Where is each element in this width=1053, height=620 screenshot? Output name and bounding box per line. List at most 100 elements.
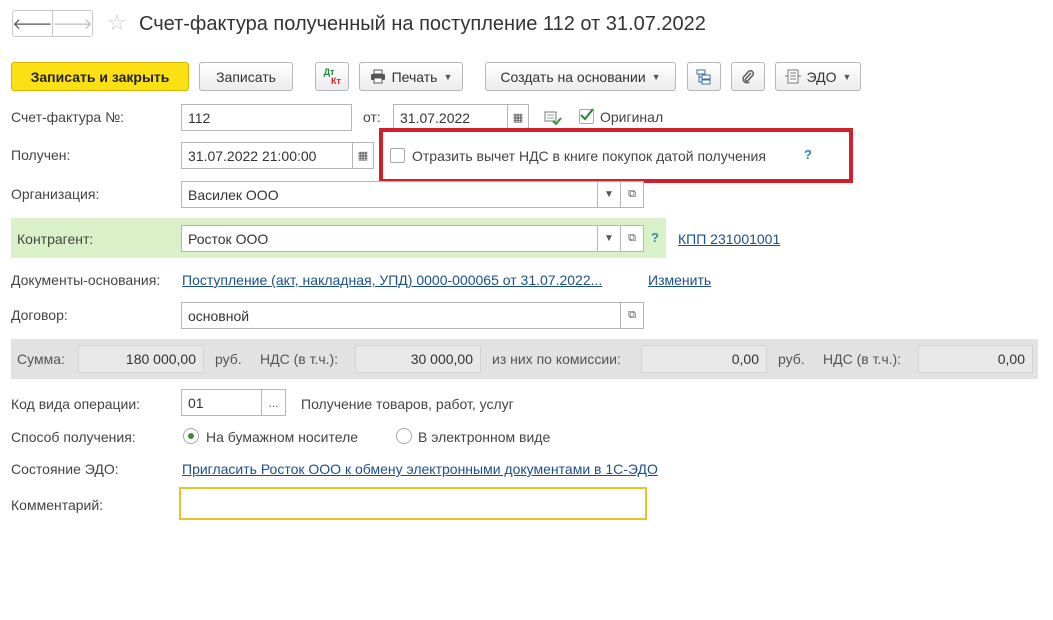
invoice-number-input[interactable]: 112 xyxy=(181,104,352,131)
favorite-star-icon[interactable]: ☆ xyxy=(107,11,127,35)
contract-value: основной xyxy=(188,307,250,324)
sum-label: Сумма: xyxy=(17,351,65,367)
kpp-link[interactable]: КПП 231001001 xyxy=(678,230,780,248)
commission-label: из них по комиссии: xyxy=(492,351,621,367)
kt-icon: Кт xyxy=(331,75,341,86)
op-code-label: Код вида операции: xyxy=(11,396,141,412)
chevron-down-icon: ▼ xyxy=(651,71,661,82)
edo-label: ЭДО xyxy=(806,68,837,85)
arrow-left-icon: 🡐 xyxy=(12,16,53,33)
attach-button[interactable] xyxy=(731,62,765,91)
date-label: от: xyxy=(363,109,381,125)
op-code-select-button[interactable]: ... xyxy=(261,389,286,416)
commission-currency: руб. xyxy=(778,351,805,367)
sum-currency: руб. xyxy=(215,351,242,367)
organization-label: Организация: xyxy=(11,186,100,202)
vat-label: НДС (в т.ч.): xyxy=(260,351,339,367)
commission-field: 0,00 xyxy=(641,345,767,373)
open-icon: ⧉ xyxy=(628,232,636,244)
counterparty-open-button[interactable]: ⧉ xyxy=(620,225,644,252)
change-link[interactable]: Изменить xyxy=(648,271,711,289)
edo-state-label: Состояние ЭДО: xyxy=(11,461,119,477)
receipt-electronic-radio[interactable] xyxy=(396,428,412,444)
vat-value: 30 000,00 xyxy=(410,351,473,367)
save-and-close-label: Записать и закрыть xyxy=(30,68,170,85)
ellipsis-icon: ... xyxy=(268,395,279,410)
invoice-number-value: 112 xyxy=(188,109,211,126)
organization-value: Василек ООО xyxy=(188,186,279,203)
create-based-on-button[interactable]: Создать на основании ▼ xyxy=(485,62,676,91)
chevron-down-icon: ▼ xyxy=(842,71,852,82)
date-input[interactable]: 31.07.2022 xyxy=(393,104,508,131)
page-title: Счет-фактура полученный на поступление 1… xyxy=(139,13,706,35)
contract-label: Договор: xyxy=(11,307,68,323)
counterparty-label: Контрагент: xyxy=(17,231,94,247)
vat2-label: НДС (в т.ч.): xyxy=(823,351,902,367)
open-icon: ⧉ xyxy=(628,188,636,200)
organization-input[interactable]: Василек ООО xyxy=(181,181,598,208)
contract-open-button[interactable]: ⧉ xyxy=(620,302,644,329)
create-based-on-label: Создать на основании xyxy=(500,68,646,85)
back-button[interactable]: 🡐 xyxy=(12,10,53,37)
print-button[interactable]: Печать ▼ xyxy=(359,62,463,91)
vat2-value: 0,00 xyxy=(997,351,1025,367)
hierarchy-icon xyxy=(696,69,711,84)
received-calendar-button[interactable]: ▦ xyxy=(352,142,374,169)
invoice-number-label: Счет-фактура №: xyxy=(11,109,125,125)
op-code-value: 01 xyxy=(188,394,204,411)
dt-kt-button[interactable]: Дт Кт xyxy=(315,62,349,91)
original-label: Оригинал xyxy=(600,109,664,125)
checkmark-icon xyxy=(580,108,594,121)
edo-invite-link[interactable]: Пригласить Росток ООО к обмену электронн… xyxy=(182,460,658,478)
received-label: Получен: xyxy=(11,147,71,163)
save-and-close-button[interactable]: Записать и закрыть xyxy=(11,62,189,91)
counterparty-input[interactable]: Росток ООО xyxy=(181,225,598,252)
commission-value: 0,00 xyxy=(731,351,759,367)
base-docs-link[interactable]: Поступление (акт, накладная, УПД) 0000-0… xyxy=(182,271,602,289)
date-value: 31.07.2022 xyxy=(400,109,471,126)
chevron-down-icon: ▼ xyxy=(443,71,453,82)
save-button[interactable]: Записать xyxy=(199,62,293,91)
save-label: Записать xyxy=(216,68,276,85)
sum-value: 180 000,00 xyxy=(125,351,196,367)
base-docs-label: Документы-основания: xyxy=(11,272,161,288)
edo-button[interactable]: ЭДО ▼ xyxy=(775,62,861,91)
chevron-down-icon: ▼ xyxy=(604,233,614,244)
organization-dropdown-button[interactable]: ▼ xyxy=(597,181,621,208)
sum-field: 180 000,00 xyxy=(78,345,204,373)
comment-label: Комментарий: xyxy=(11,497,104,513)
arrow-right-icon: 🡒 xyxy=(52,16,93,33)
counterparty-value: Росток ООО xyxy=(188,230,269,247)
receipt-method-label: Способ получения: xyxy=(11,429,136,445)
reflect-vat-label: Отразить вычет НДС в книге покупок датой… xyxy=(412,148,766,164)
reflect-vat-checkbox[interactable] xyxy=(390,148,405,163)
counterparty-dropdown-button[interactable]: ▼ xyxy=(597,225,621,252)
comment-input[interactable] xyxy=(179,487,647,520)
printer-icon xyxy=(370,69,385,84)
paperclip-icon xyxy=(742,69,754,84)
calendar-button[interactable]: ▦ xyxy=(507,104,529,131)
received-datetime-input[interactable]: 31.07.2022 21:00:00 xyxy=(181,142,353,169)
structure-button[interactable] xyxy=(687,62,721,91)
op-code-input[interactable]: 01 xyxy=(181,389,262,416)
received-datetime-value: 31.07.2022 21:00:00 xyxy=(188,147,317,164)
receipt-paper-radio[interactable] xyxy=(183,428,199,444)
counterparty-help-icon[interactable]: ? xyxy=(651,230,659,245)
help-icon[interactable]: ? xyxy=(804,147,812,162)
original-checkbox[interactable] xyxy=(579,108,594,124)
document-check-icon[interactable] xyxy=(544,110,562,129)
receipt-electronic-label: В электронном виде xyxy=(418,429,551,445)
op-code-description: Получение товаров, работ, услуг xyxy=(301,396,514,412)
vat-field: 30 000,00 xyxy=(355,345,481,373)
calendar-icon: ▦ xyxy=(357,150,369,162)
open-icon: ⧉ xyxy=(628,309,636,321)
organization-open-button[interactable]: ⧉ xyxy=(620,181,644,208)
receipt-paper-label: На бумажном носителе xyxy=(206,429,359,445)
forward-button[interactable]: 🡒 xyxy=(52,10,93,37)
chevron-down-icon: ▼ xyxy=(604,189,614,200)
contract-input[interactable]: основной xyxy=(181,302,621,329)
document-exchange-icon xyxy=(784,69,801,84)
print-label: Печать xyxy=(391,68,438,85)
calendar-icon: ▦ xyxy=(512,112,524,124)
vat2-field: 0,00 xyxy=(918,345,1033,373)
